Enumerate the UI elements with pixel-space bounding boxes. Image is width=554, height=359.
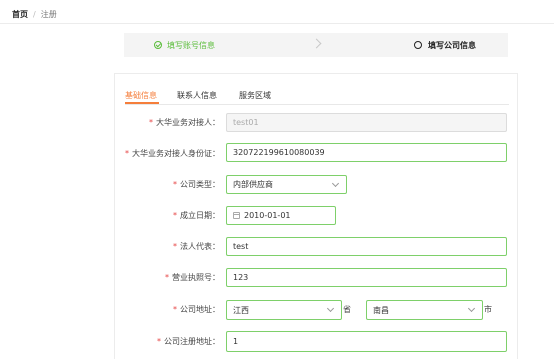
calendar-icon <box>233 212 240 219</box>
breadcrumb-home[interactable]: 首页 <box>12 9 28 20</box>
step-company-info-label: 填写公司信息 <box>428 40 476 50</box>
step-company-info: 填写公司信息 <box>414 33 476 57</box>
breadcrumb-current: 注册 <box>40 9 57 19</box>
contact-label: * 大华业务对接人： <box>149 118 220 127</box>
id-card-label: * 大华业务对接人身份证： <box>125 149 220 158</box>
tabs-divider <box>125 104 509 105</box>
breadcrumb-separator: / <box>33 9 36 19</box>
form-tabs: 基础信息 联系人信息 服务区域 <box>115 74 517 105</box>
progress-steps: 填写账号信息 填写公司信息 <box>124 33 508 57</box>
city-suffix: 市 <box>484 305 492 314</box>
chevron-down-icon <box>331 179 340 188</box>
chevron-down-icon <box>467 304 476 313</box>
required-mark: * <box>149 118 153 127</box>
breadcrumb: 首页 / 注册 <box>12 8 57 20</box>
required-mark: * <box>173 180 177 189</box>
established-label: * 成立日期： <box>173 211 220 220</box>
license-label: * 营业执照号： <box>165 273 220 282</box>
required-mark: * <box>173 211 177 220</box>
header-divider <box>0 23 554 24</box>
chevron-down-icon <box>326 304 335 313</box>
step-account-info: 填写账号信息 <box>154 33 215 57</box>
required-mark: * <box>125 149 129 158</box>
circle-icon <box>414 41 422 49</box>
tab-basic-info[interactable]: 基础信息 <box>125 90 157 102</box>
tab-contact-info[interactable]: 联系人信息 <box>177 90 217 102</box>
required-mark: * <box>173 305 177 314</box>
province-suffix: 省 <box>343 305 351 314</box>
city-select[interactable]: 南昌 <box>366 300 483 320</box>
id-card-field[interactable]: 320722199610080039 <box>226 143 507 162</box>
step-account-info-label: 填写账号信息 <box>167 40 215 50</box>
required-mark: * <box>173 242 177 251</box>
reg-address-field[interactable]: 1 <box>226 331 507 352</box>
license-field[interactable]: 123 <box>226 268 507 287</box>
contact-field: test01 <box>226 113 507 132</box>
tab-service-area[interactable]: 服务区域 <box>239 90 271 102</box>
company-type-label: * 公司类型： <box>173 180 220 189</box>
required-mark: * <box>157 337 161 346</box>
company-type-select[interactable]: 内部供应商 <box>226 175 347 194</box>
province-select[interactable]: 江西 <box>226 300 342 320</box>
established-date-picker[interactable]: 2010-01-01 <box>226 206 336 225</box>
required-mark: * <box>165 273 169 282</box>
check-circle-icon <box>154 41 162 49</box>
legal-rep-field[interactable]: test <box>226 237 507 256</box>
address-label: * 公司地址： <box>173 305 220 314</box>
reg-address-label: * 公司注册地址： <box>157 337 220 346</box>
chevron-right-icon <box>311 38 322 49</box>
legal-rep-label: * 法人代表： <box>173 242 220 251</box>
